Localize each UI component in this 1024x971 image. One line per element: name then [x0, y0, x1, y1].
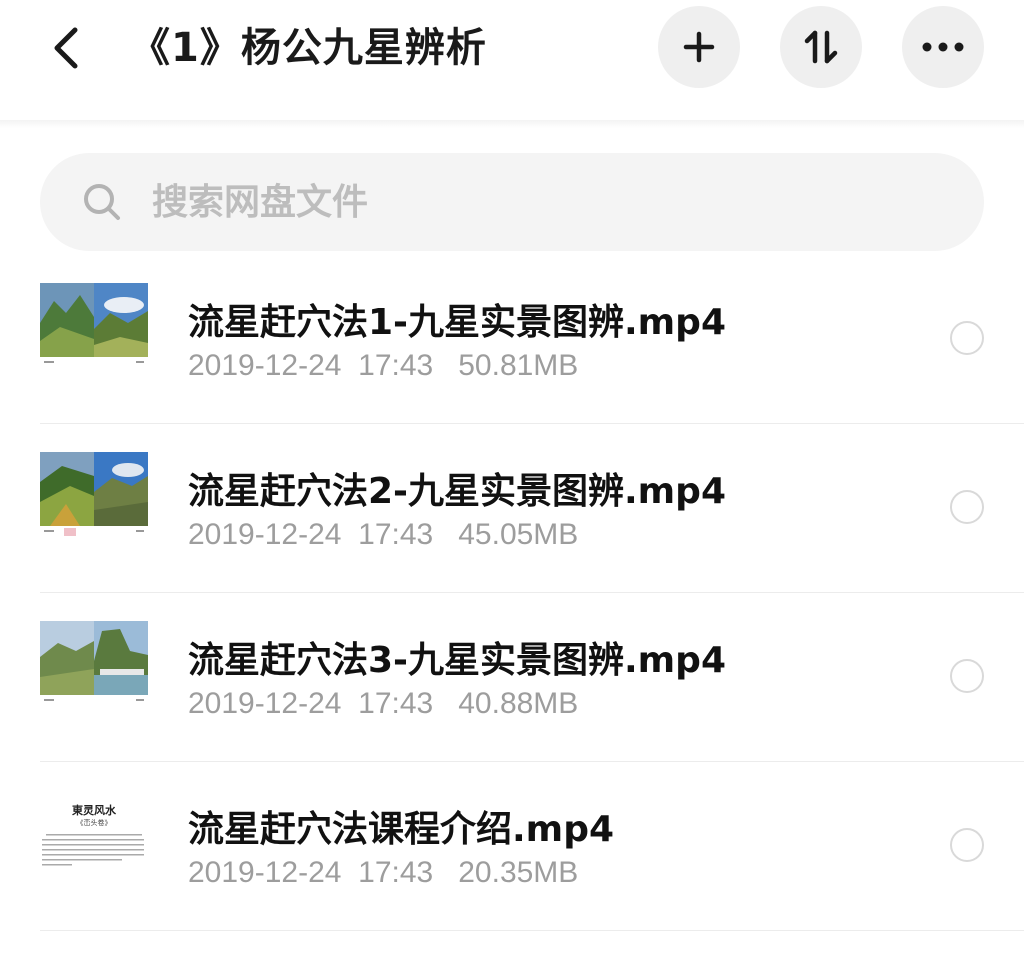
select-checkbox[interactable] — [950, 321, 984, 355]
document-thumbnail: 東灵风水 《峦头卷》 — [40, 776, 148, 876]
more-button[interactable] — [902, 6, 984, 88]
top-bar: 《1》杨公九星辨析 — [0, 0, 1024, 120]
file-name: 流星赶穴法1-九星实景图辨.mp4 — [188, 302, 726, 343]
file-meta: 2019-12-24 17:43 45.05MB — [188, 518, 579, 551]
list-item[interactable]: 流星赶穴法1-九星实景图辨.mp4 2019-12-24 17:43 50.81… — [40, 255, 1024, 424]
back-button[interactable] — [40, 22, 92, 74]
thumbnail-subtitle: 《峦头卷》 — [76, 819, 112, 827]
search-bar[interactable] — [40, 153, 984, 251]
select-checkbox[interactable] — [950, 828, 984, 862]
header-divider — [0, 120, 1024, 128]
file-name: 流星赶穴法3-九星实景图辨.mp4 — [188, 640, 726, 681]
more-dots-icon — [922, 42, 964, 52]
add-button[interactable] — [658, 6, 740, 88]
video-thumbnail — [40, 621, 148, 707]
plus-icon — [683, 31, 715, 63]
file-meta: 2019-12-24 17:43 20.35MB — [188, 856, 579, 889]
list-item[interactable]: 東灵风水 《峦头卷》 流星赶穴法课程介绍.mp4 2019-12-24 17:4… — [40, 762, 1024, 931]
sort-button[interactable] — [780, 6, 862, 88]
select-checkbox[interactable] — [950, 490, 984, 524]
file-name: 流星赶穴法2-九星实景图辨.mp4 — [188, 471, 726, 512]
list-item[interactable]: 流星赶穴法2-九星实景图辨.mp4 2019-12-24 17:43 45.05… — [40, 424, 1024, 593]
file-meta: 2019-12-24 17:43 50.81MB — [188, 349, 579, 382]
chevron-left-icon — [54, 27, 78, 69]
select-checkbox[interactable] — [950, 659, 984, 693]
file-meta: 2019-12-24 17:43 40.88MB — [188, 687, 579, 720]
video-thumbnail — [40, 452, 148, 538]
file-name: 流星赶穴法课程介绍.mp4 — [188, 809, 615, 850]
sort-arrows-icon — [804, 30, 838, 64]
list-item[interactable]: 流星赶穴法3-九星实景图辨.mp4 2019-12-24 17:43 40.88… — [40, 593, 1024, 762]
search-icon — [84, 184, 120, 220]
thumbnail-title: 東灵风水 — [72, 804, 116, 817]
page-title: 《1》杨公九星辨析 — [130, 25, 487, 71]
search-input[interactable] — [150, 180, 914, 224]
video-thumbnail — [40, 283, 148, 369]
